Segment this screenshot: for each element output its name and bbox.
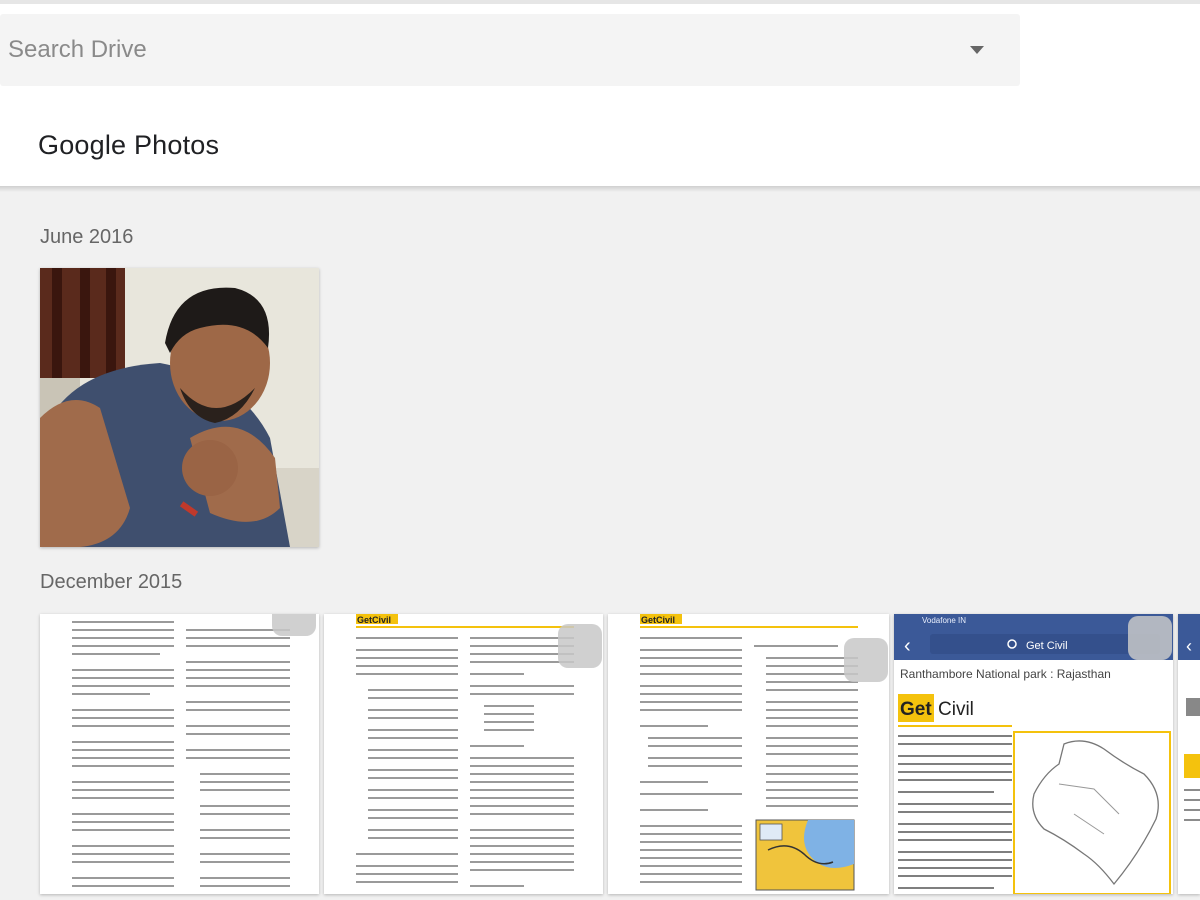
page-title: Google Photos [38, 130, 220, 160]
top-bar [0, 0, 1200, 110]
phone-caption: Ranthambore National park : Rajasthan [900, 667, 1111, 681]
select-checkbox-icon[interactable] [1128, 616, 1172, 660]
select-checkbox-icon[interactable] [844, 638, 888, 682]
section-date-june-2016: June 2016 [40, 226, 134, 248]
svg-text:‹: ‹ [1186, 636, 1192, 656]
page-header: Google Photos [0, 110, 1200, 188]
document-thumbnail[interactable]: GetCivil [608, 614, 889, 894]
search-box[interactable] [0, 14, 1020, 86]
phone-screenshot: ‹ [1178, 614, 1200, 894]
getcivil-logo-civil: Civil [938, 699, 974, 720]
select-checkbox-icon[interactable] [272, 614, 316, 636]
screenshot-thumbnail[interactable]: Vodafone IN ‹ Get Civil Ranthambore Nati… [894, 614, 1173, 894]
select-checkbox-icon[interactable] [558, 624, 602, 668]
getcivil-logo-text: GetCivil [357, 615, 391, 625]
document-thumbnail[interactable]: GetCivil [324, 614, 603, 894]
phone-status-text: Vodafone IN [922, 616, 966, 625]
back-icon: ‹ [904, 635, 911, 657]
phone-search-text: Get Civil [1026, 640, 1068, 652]
top-divider [0, 0, 1200, 4]
arrow-drop-down-icon[interactable] [962, 42, 992, 58]
getcivil-logo-text: GetCivil [641, 615, 675, 625]
getcivil-logo-get: Get [900, 699, 932, 720]
portrait-photo [40, 268, 319, 547]
document-thumbnail[interactable] [40, 614, 319, 894]
section-date-december-2015: December 2015 [40, 571, 183, 593]
search-input[interactable] [0, 14, 940, 86]
document-page [40, 614, 319, 894]
photo-thumbnail[interactable] [40, 268, 319, 547]
header-shadow [0, 186, 1200, 192]
screenshot-thumbnail-partial[interactable]: ‹ [1178, 614, 1200, 894]
